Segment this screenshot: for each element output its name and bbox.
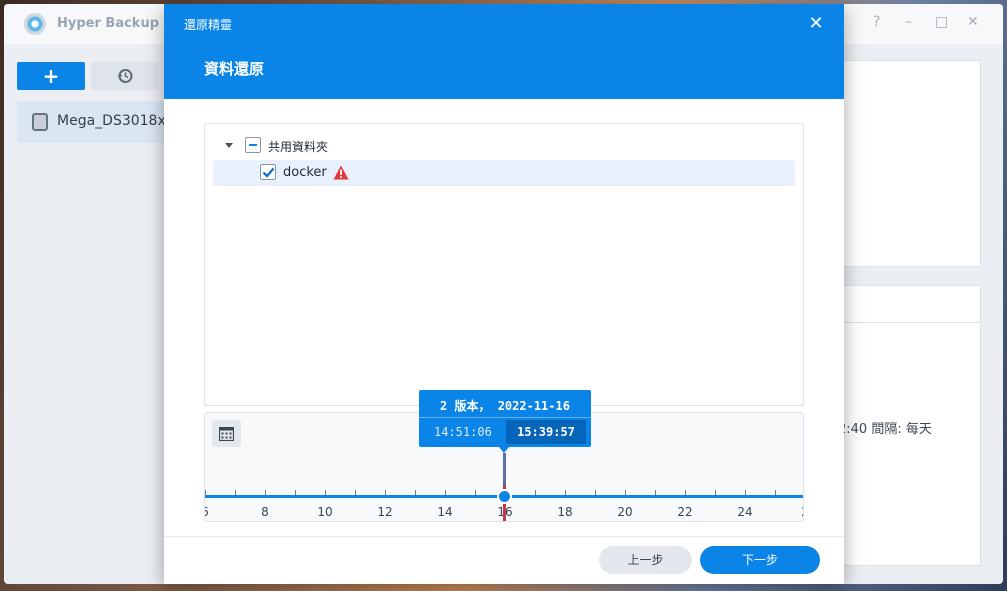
app-title: Hyper Backup (57, 16, 160, 31)
version-time-selected[interactable]: 15:39:57 (506, 420, 586, 444)
add-backup-button[interactable]: + (17, 62, 85, 90)
timeline-tick (655, 490, 656, 495)
hyper-backup-logo-icon (24, 13, 46, 35)
timeline-hour-label: 20 (617, 505, 633, 519)
close-icon[interactable]: ✕ (806, 14, 826, 34)
footer-divider (164, 536, 844, 537)
next-step-button[interactable]: 下一步 (700, 546, 820, 574)
backup-task-label: Mega_DS3018x (57, 113, 166, 129)
timeline-hour-label: 22 (677, 505, 693, 519)
panel-divider (841, 322, 980, 323)
tree-node-label: docker (283, 165, 327, 180)
dialog-heading: 資料還原 (204, 60, 265, 78)
timeline-tick (415, 490, 416, 495)
tree-node-root[interactable]: 共用資料夾 (213, 133, 793, 159)
timeline-tick (475, 490, 476, 495)
prev-step-button[interactable]: 上一步 (599, 546, 692, 574)
timeline-tick (295, 490, 296, 495)
timeline-hour-label: 8 (261, 505, 269, 519)
tree-node-label: 共用資料夾 (268, 140, 329, 154)
timeline-tick (745, 490, 746, 495)
timeline-hour-label: 14 (437, 505, 453, 519)
timeline-tick (565, 490, 566, 495)
schedule-text: 2:40 間隔: 每天 (838, 422, 932, 437)
timeline-hour-label: 2 (790, 505, 803, 519)
timeline-hour-label: 24 (737, 505, 753, 519)
timeline-tick (535, 490, 536, 495)
version-date: 2 版本， 2022-11-16 (440, 399, 570, 413)
close-window-icon[interactable]: ✕ (967, 14, 979, 30)
timeline-tick (325, 490, 326, 495)
restore-history-button[interactable] (91, 62, 159, 90)
timeline-tick (715, 490, 716, 495)
root-checkbox[interactable] (245, 137, 261, 153)
timeline-tick (205, 490, 206, 495)
timeline-tick (595, 490, 596, 495)
docker-checkbox[interactable] (260, 164, 276, 180)
calendar-button[interactable] (212, 420, 241, 447)
tooltip-divider (419, 417, 591, 418)
maximize-icon[interactable]: □ (935, 14, 948, 30)
timeline-tick (775, 490, 776, 495)
calendar-icon (219, 427, 234, 441)
timeline-handle[interactable] (497, 489, 512, 504)
restore-wizard-dialog: 還原精靈 ✕ 資料還原 共用資料夾 docker 8 10 12 14 18 2… (164, 4, 844, 584)
warning-icon (333, 165, 349, 180)
folder-tree: 共用資料夾 docker (204, 123, 804, 406)
timeline-hour-label: 18 (557, 505, 573, 519)
version-time-option[interactable]: 14:51:06 (434, 425, 492, 439)
timeline-tick (385, 490, 386, 495)
tree-node-docker[interactable]: docker (213, 160, 795, 186)
timeline-hour-label: 10 (317, 505, 333, 519)
timeline-hour-label: 12 (377, 505, 393, 519)
timeline-tick (445, 490, 446, 495)
checkmark-icon (262, 167, 275, 178)
help-icon[interactable]: ? (873, 14, 880, 30)
collapse-caret-icon[interactable] (225, 143, 233, 148)
timeline-hour-label: 6 (205, 505, 220, 519)
timeline-tick (625, 490, 626, 495)
minimize-icon[interactable]: – (905, 14, 912, 30)
backup-task-item[interactable]: Mega_DS3018x (17, 101, 177, 143)
version-marker-head (503, 453, 506, 485)
version-tooltip: 2 版本， 2022-11-16 14:51:06 15:39:57 (419, 390, 591, 453)
timeline-tick (685, 490, 686, 495)
nas-device-icon (32, 113, 48, 131)
timeline-tick (355, 490, 356, 495)
history-icon (117, 69, 133, 83)
dialog-caption: 還原精靈 (184, 18, 233, 32)
timeline-tick (265, 490, 266, 495)
task-summary-panel (840, 60, 981, 267)
dialog-header: 還原精靈 ✕ 資料還原 (164, 4, 844, 99)
timeline-tick (235, 490, 236, 495)
